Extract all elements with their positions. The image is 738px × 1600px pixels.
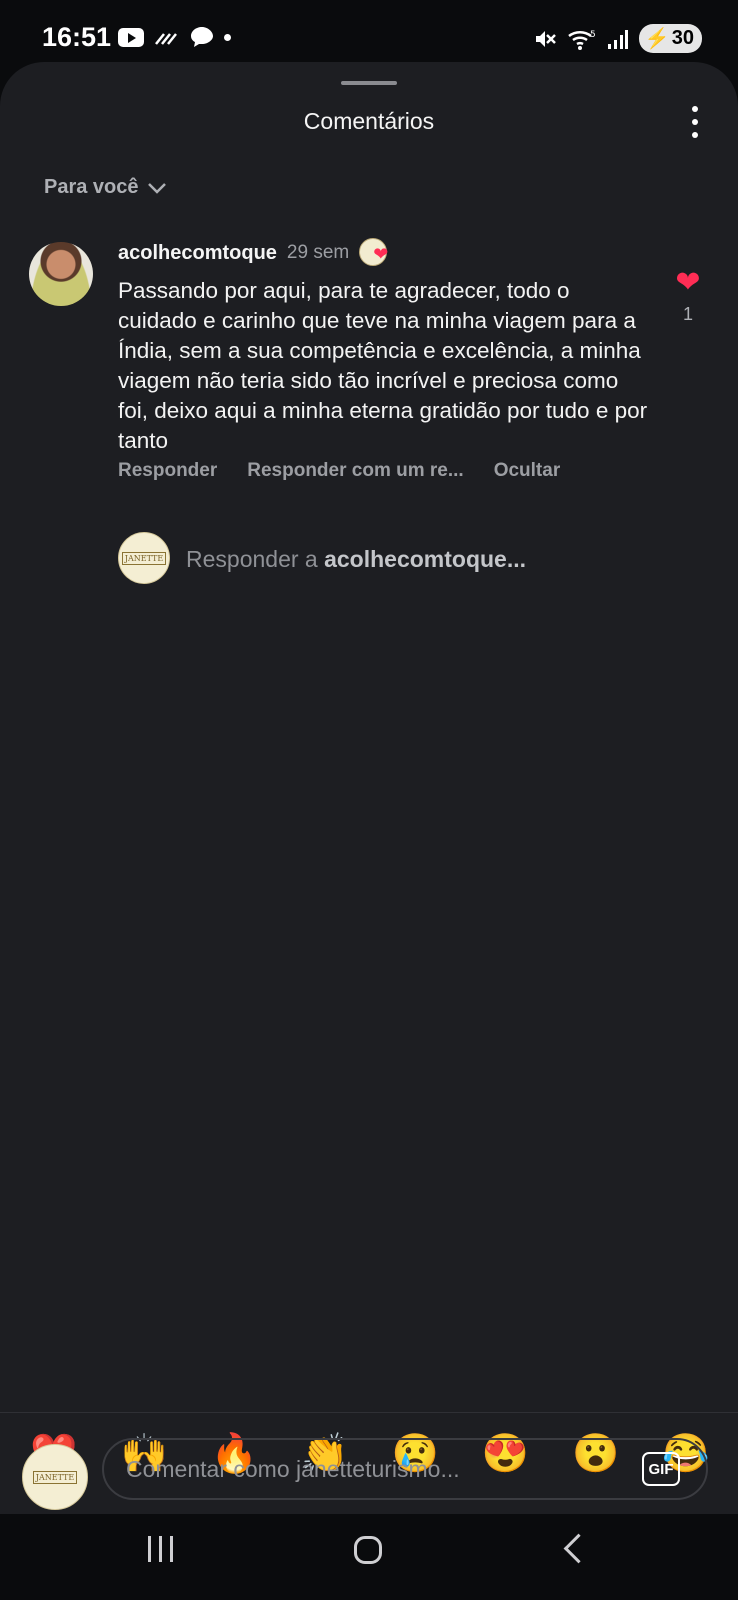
divider <box>0 1412 738 1413</box>
logo-text: JANETTE <box>121 551 167 565</box>
battery-level: 30 <box>671 27 694 49</box>
reply-prefix: Responder a <box>186 546 325 572</box>
comments-sheet: Comentários Para você acolhecomtoque 29 … <box>0 62 738 1514</box>
liked-by-author-badge: ❤ <box>359 238 389 268</box>
chevron-down-icon <box>147 182 166 194</box>
like-heart-icon[interactable]: ❤ <box>675 268 700 298</box>
svg-text:5: 5 <box>590 30 596 40</box>
sheet-title: Comentários <box>303 108 435 134</box>
charging-bolt-icon: ⚡ <box>644 28 670 50</box>
heart-icon: ❤ <box>373 244 389 264</box>
reply-target: acolhecomtoque... <box>324 546 527 572</box>
reply-to-prompt[interactable]: Responder a acolhecomtoque... <box>186 546 526 573</box>
cell-signal-icon <box>607 29 628 49</box>
comment-header: acolhecomtoque 29 sem ❤ <box>118 238 389 268</box>
reply-author-avatar: JANETTE <box>118 532 170 584</box>
youtube-icon <box>118 27 144 47</box>
comment-like: ❤ 1 <box>672 268 704 325</box>
notification-dot <box>224 33 231 41</box>
comment-actions: Responder Responder com um re... Ocultar <box>118 460 560 482</box>
recent-apps-icon[interactable] <box>148 1536 173 1562</box>
status-right-icons: 5 ⚡ 30 <box>533 24 702 53</box>
home-icon[interactable] <box>354 1536 382 1564</box>
chat-bubble-icon <box>191 27 213 47</box>
comment-input-placeholder: Comentar como janetteturismo... <box>126 1456 460 1482</box>
logo-text: JANETTE <box>32 1470 78 1484</box>
comment-username[interactable]: acolhecomtoque <box>118 242 277 265</box>
comment-filter-dropdown[interactable]: Para você <box>44 176 167 199</box>
reply-with-reel-button[interactable]: Responder com um re... <box>247 460 463 482</box>
signal-stripes-icon <box>155 33 177 45</box>
back-icon[interactable] <box>563 1533 594 1564</box>
system-nav-bar <box>0 1514 738 1600</box>
gif-button[interactable]: GIF <box>642 1452 680 1486</box>
status-left-icons <box>118 26 231 48</box>
sheet-drag-handle[interactable] <box>341 81 397 85</box>
commenter-avatar[interactable] <box>29 242 93 306</box>
reply-button[interactable]: Responder <box>118 460 217 482</box>
like-count: 1 <box>682 304 693 324</box>
comment-input[interactable]: Comentar como janetteturismo... GIF <box>102 1438 708 1500</box>
status-time: 16:51 <box>42 22 112 52</box>
more-options-icon[interactable] <box>690 106 700 138</box>
status-bar: 16:51 5 ⚡ 30 <box>0 0 738 64</box>
wifi-icon: 5 <box>568 30 596 50</box>
mute-vibrate-icon <box>535 30 556 47</box>
battery-indicator: ⚡ 30 <box>638 24 702 53</box>
hide-button[interactable]: Ocultar <box>494 460 561 482</box>
comment-text: Passando por aqui, para te agradecer, to… <box>118 278 648 453</box>
composer-avatar: JANETTE <box>22 1444 88 1510</box>
comment-time: 29 sem <box>286 242 350 263</box>
filter-label: Para você <box>44 176 139 198</box>
